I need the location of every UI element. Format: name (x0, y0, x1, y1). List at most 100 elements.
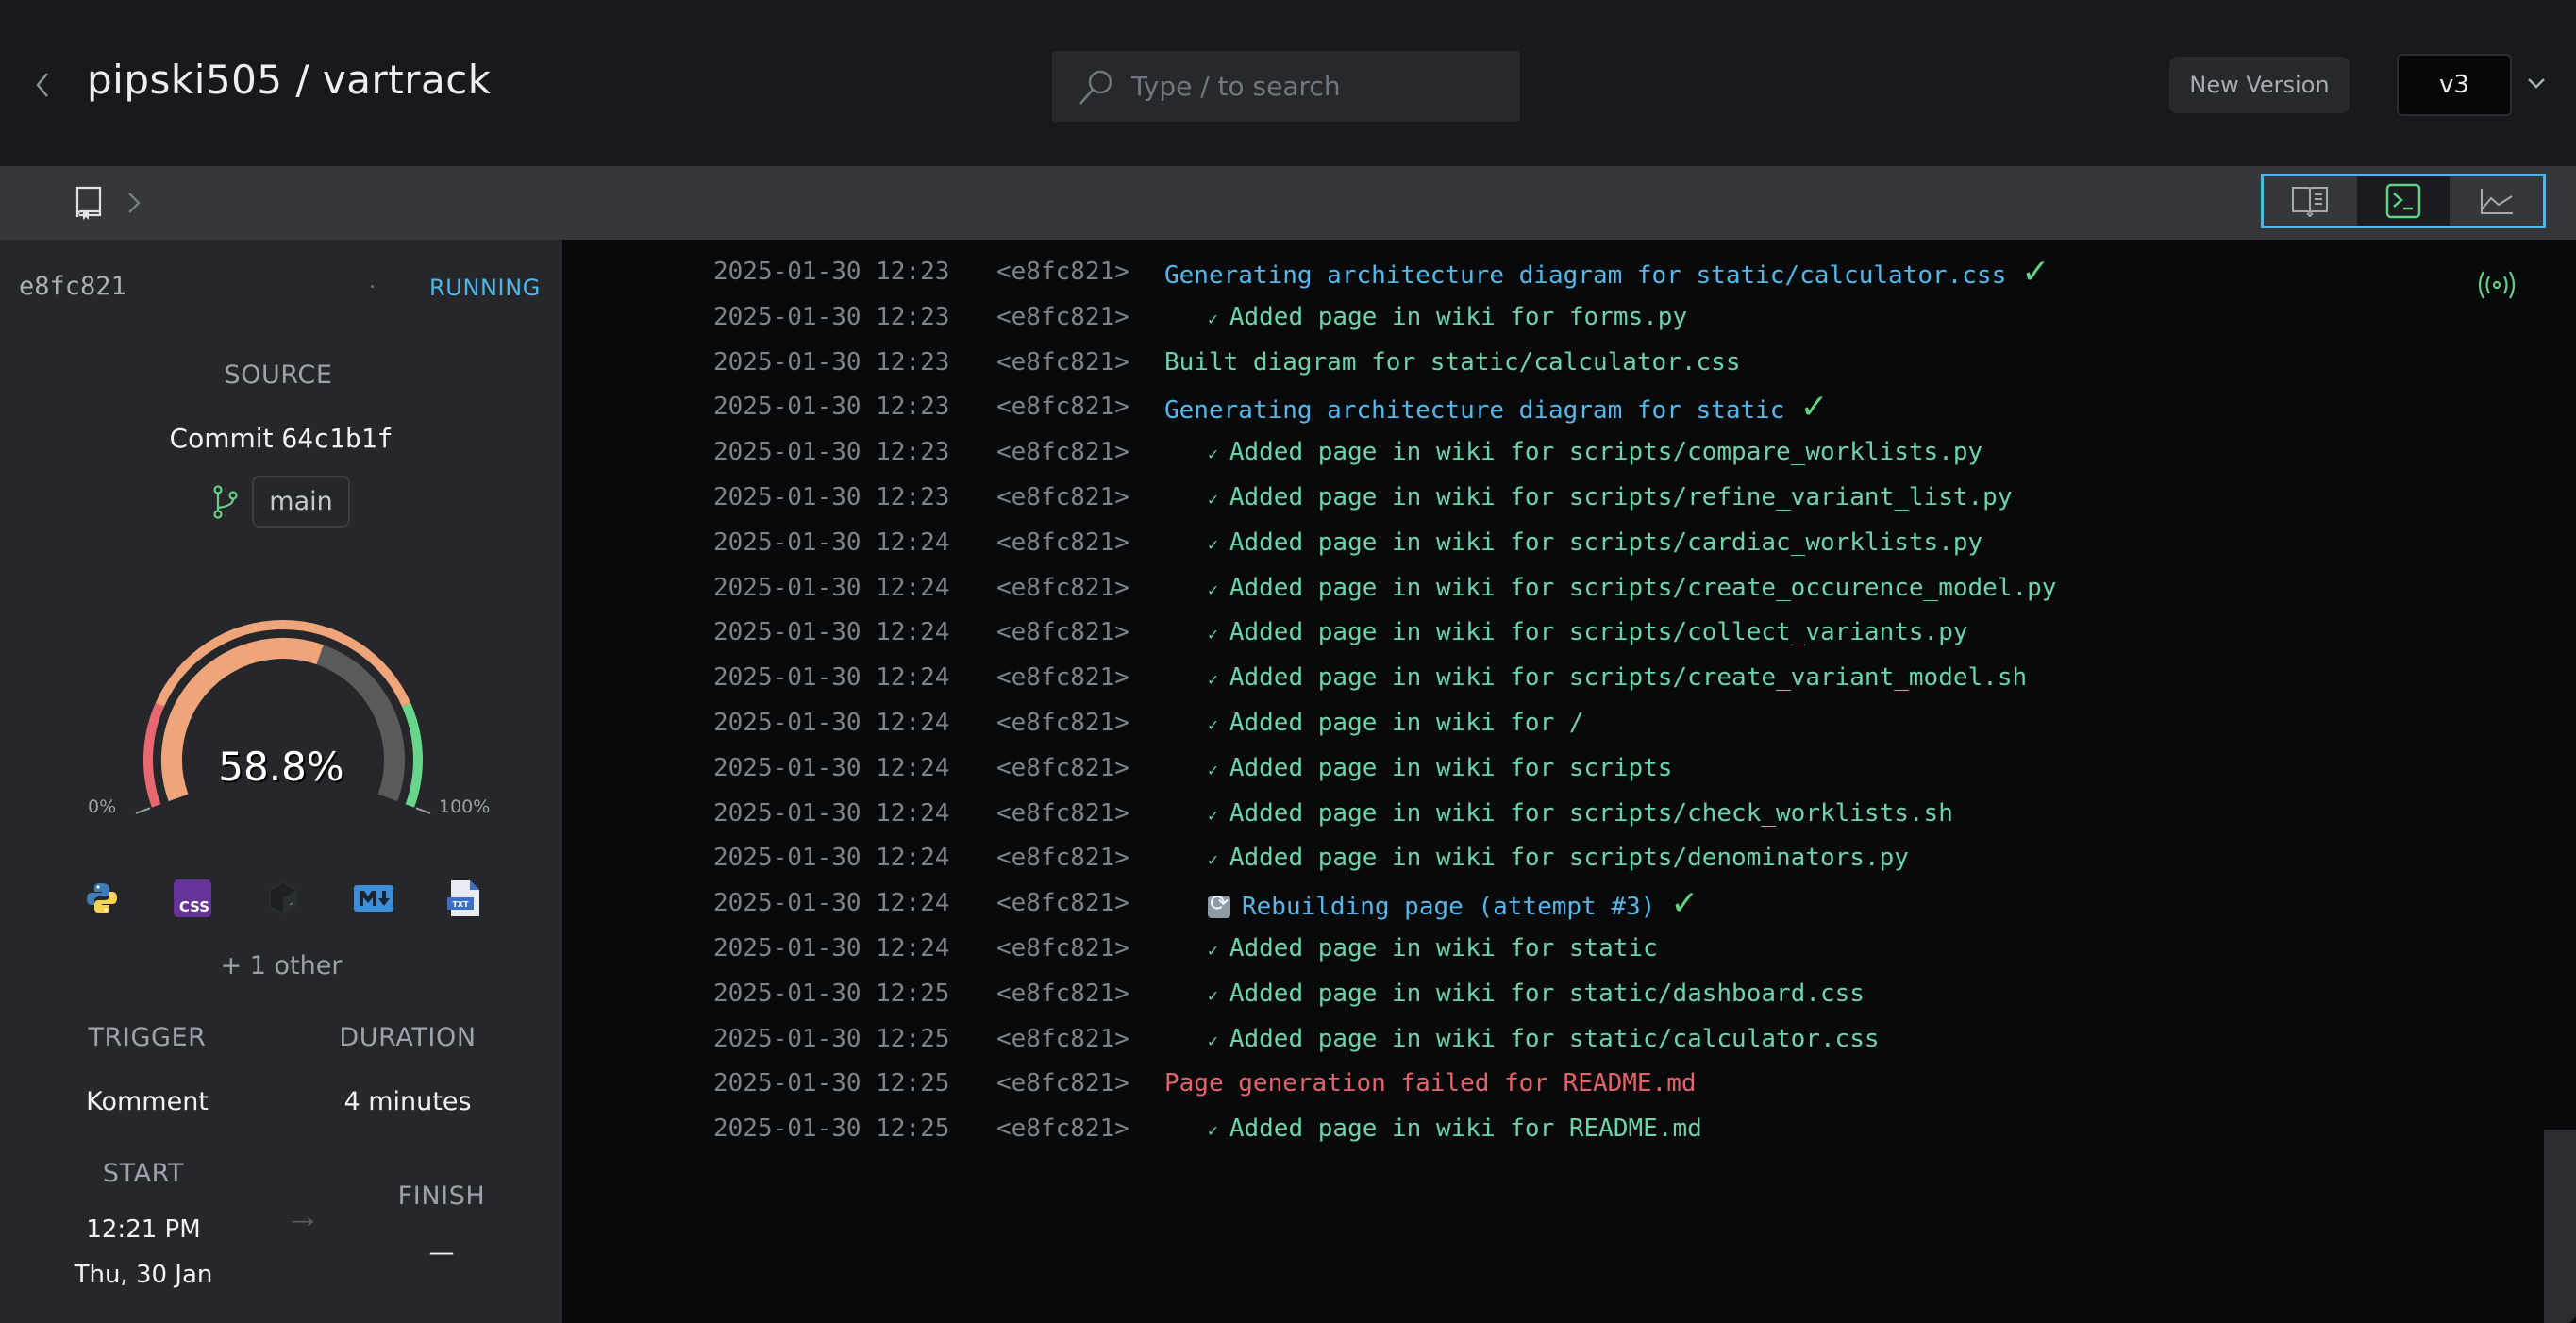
log-source: <e8fc821> (996, 934, 1129, 963)
svg-text:CSS: CSS (179, 898, 209, 915)
log-timestamp: 2025-01-30 12:24 (713, 753, 950, 782)
log-line: 2025-01-30 12:24 <e8fc821> ✓ Added page in … (713, 745, 1672, 791)
separator-dot (371, 285, 374, 288)
log-source: <e8fc821> (996, 347, 1129, 377)
log-message: Page generation failed for README.md (1164, 1069, 1697, 1097)
chevron-down-icon[interactable] (2525, 72, 2548, 94)
start-label: START (102, 1159, 185, 1188)
log-message: ✓ Added page in wiki for scripts (1164, 754, 1672, 782)
log-message: Generating architecture diagram for stat… (1164, 388, 1829, 427)
log-line: 2025-01-30 12:24 <e8fc821> ✓ Added page in … (713, 926, 1658, 971)
log-message-text: Added page in wiki for scripts/create_va… (1229, 663, 2028, 693)
log-message: ✓ Added page in wiki for README.md (1164, 1114, 1702, 1143)
small-check-icon: ✓ (1208, 760, 1218, 780)
log-message-text: Added page in wiki for scripts/collect_v… (1229, 618, 1968, 647)
log-source: <e8fc821> (996, 483, 1129, 511)
txt-file-icon: TXT (443, 878, 485, 919)
small-check-icon: ✓ (1208, 1121, 1218, 1142)
start-date: Thu, 30 Jan (74, 1261, 213, 1289)
branch-row: main (0, 476, 562, 528)
gauge-min-tick (135, 807, 151, 814)
back-button[interactable] (28, 66, 57, 104)
gauge-max-tick (415, 807, 431, 814)
log-line: 2025-01-30 12:25 <e8fc821> ✓ Added page in … (713, 971, 1865, 1016)
log-message-text: Added page in wiki for forms.py (1229, 302, 1688, 331)
markdown-icon (353, 878, 394, 919)
python-icon (81, 878, 123, 919)
log-timestamp: 2025-01-30 12:24 (713, 573, 950, 602)
log-source: <e8fc821> (996, 1069, 1129, 1098)
new-version-button[interactable]: New Version (2169, 57, 2350, 113)
check-icon: ✓ (2021, 252, 2050, 292)
log-message-text: Added page in wiki for README.md (1229, 1114, 1702, 1144)
log-line: 2025-01-30 12:25 <e8fc821> ✓ Added page in … (713, 1106, 1702, 1151)
log-line: 2025-01-30 12:23 <e8fc821> Generating arch… (713, 384, 1829, 429)
log-message-text: Added page in wiki for scripts/refine_va… (1229, 483, 2013, 511)
log-timestamp: 2025-01-30 12:24 (713, 663, 950, 693)
version-select[interactable]: v3 (2397, 54, 2512, 116)
log-message-text: Added page in wiki for scripts/check_wor… (1229, 798, 1953, 828)
search-input[interactable] (1131, 71, 1490, 102)
language-icons: CSS TXT (57, 870, 510, 927)
start-time: 12:21 PM (86, 1215, 201, 1244)
log-message-text: Added page in wiki for static/calculator… (1229, 1024, 1880, 1053)
other-languages-link[interactable]: + 1 other (0, 951, 562, 980)
svg-text:TXT: TXT (452, 900, 469, 909)
build-sidebar: e8fc821 RUNNING SOURCE Commit 64c1b1f ma… (0, 240, 562, 1323)
log-message: ✓ Added page in wiki for static (1164, 934, 1658, 963)
small-check-icon: ✓ (1208, 805, 1218, 826)
gauge-max-label: 100% (439, 796, 491, 817)
branch-pill[interactable]: main (252, 476, 350, 528)
app-header: pipski505 / vartrack New Version v3 (0, 0, 2576, 166)
log-source: <e8fc821> (996, 438, 1129, 467)
log-message-text: Added page in wiki for static/dashboard.… (1229, 979, 1865, 1008)
view-tab-wiki[interactable] (2264, 176, 2357, 226)
breadcrumb-chevron-icon (128, 193, 141, 213)
log-message-text: Generating architecture diagram for stat… (1164, 260, 2007, 290)
log-timestamp: 2025-01-30 12:24 (713, 709, 950, 737)
live-broadcast-icon[interactable] (2476, 268, 2517, 302)
css-icon: CSS (172, 878, 213, 919)
log-line: 2025-01-30 12:25 <e8fc821> ✓ Added page in … (713, 1016, 1880, 1062)
log-line: 2025-01-30 12:23 <e8fc821> ✓ Added page in … (713, 429, 1982, 475)
git-branch-icon (213, 484, 238, 519)
commit-prefix: Commit (169, 423, 274, 454)
log-timestamp: 2025-01-30 12:23 (713, 258, 950, 286)
log-timestamp: 2025-01-30 12:23 (713, 393, 950, 422)
log-message: ✓ Added page in wiki for scripts/denomina… (1164, 844, 1909, 872)
small-check-icon: ✓ (1208, 534, 1218, 555)
book-open-icon (2292, 187, 2329, 217)
log-timestamp: 2025-01-30 12:24 (713, 528, 950, 557)
arrow-right-icon: → (285, 1197, 321, 1236)
trigger-label: TRIGGER (88, 1023, 207, 1052)
log-timestamp: 2025-01-30 12:24 (713, 798, 950, 828)
log-source: <e8fc821> (996, 753, 1129, 782)
log-line: 2025-01-30 12:23 <e8fc821> Built diagram f… (713, 340, 1740, 385)
log-message-text: Built diagram for static/calculator.css (1164, 347, 1741, 377)
log-source: <e8fc821> (996, 258, 1129, 286)
small-check-icon: ✓ (1208, 985, 1218, 1006)
finish-value: — (428, 1238, 455, 1267)
view-tab-metrics[interactable] (2450, 176, 2543, 226)
log-scrollbar[interactable] (2544, 1130, 2576, 1323)
log-message: Built diagram for static/calculator.css (1164, 348, 1740, 377)
log-source: <e8fc821> (996, 663, 1129, 693)
log-source: <e8fc821> (996, 528, 1129, 557)
small-check-icon: ✓ (1208, 444, 1218, 465)
log-message: ✓ Added page in wiki for scripts/refine_v… (1164, 483, 2012, 511)
log-panel: 2025-01-30 12:23 <e8fc821> Generating arch… (562, 240, 2576, 1323)
log-message: ✓ Added page in wiki for / (1164, 709, 1584, 737)
finish-label: FINISH (397, 1181, 486, 1211)
log-message: Rebuilding page (attempt #3) ✓ (1164, 884, 1698, 923)
log-timestamp: 2025-01-30 12:23 (713, 347, 950, 377)
log-message: ✓ Added page in wiki for scripts/check_wo… (1164, 799, 1953, 828)
view-tab-logs[interactable] (2356, 176, 2451, 226)
repo-book-icon[interactable] (74, 185, 104, 221)
log-message: ✓ Added page in wiki for static/calculato… (1164, 1025, 1880, 1053)
gauge-min-label: 0% (88, 796, 117, 817)
commit-info: Commit 64c1b1f (0, 423, 562, 454)
commit-hash[interactable]: 64c1b1f (281, 423, 393, 454)
search-box[interactable] (1052, 51, 1520, 122)
log-source: <e8fc821> (996, 798, 1129, 828)
log-line: 2025-01-30 12:24 <e8fc821> ✓ Added page in … (713, 791, 1953, 836)
